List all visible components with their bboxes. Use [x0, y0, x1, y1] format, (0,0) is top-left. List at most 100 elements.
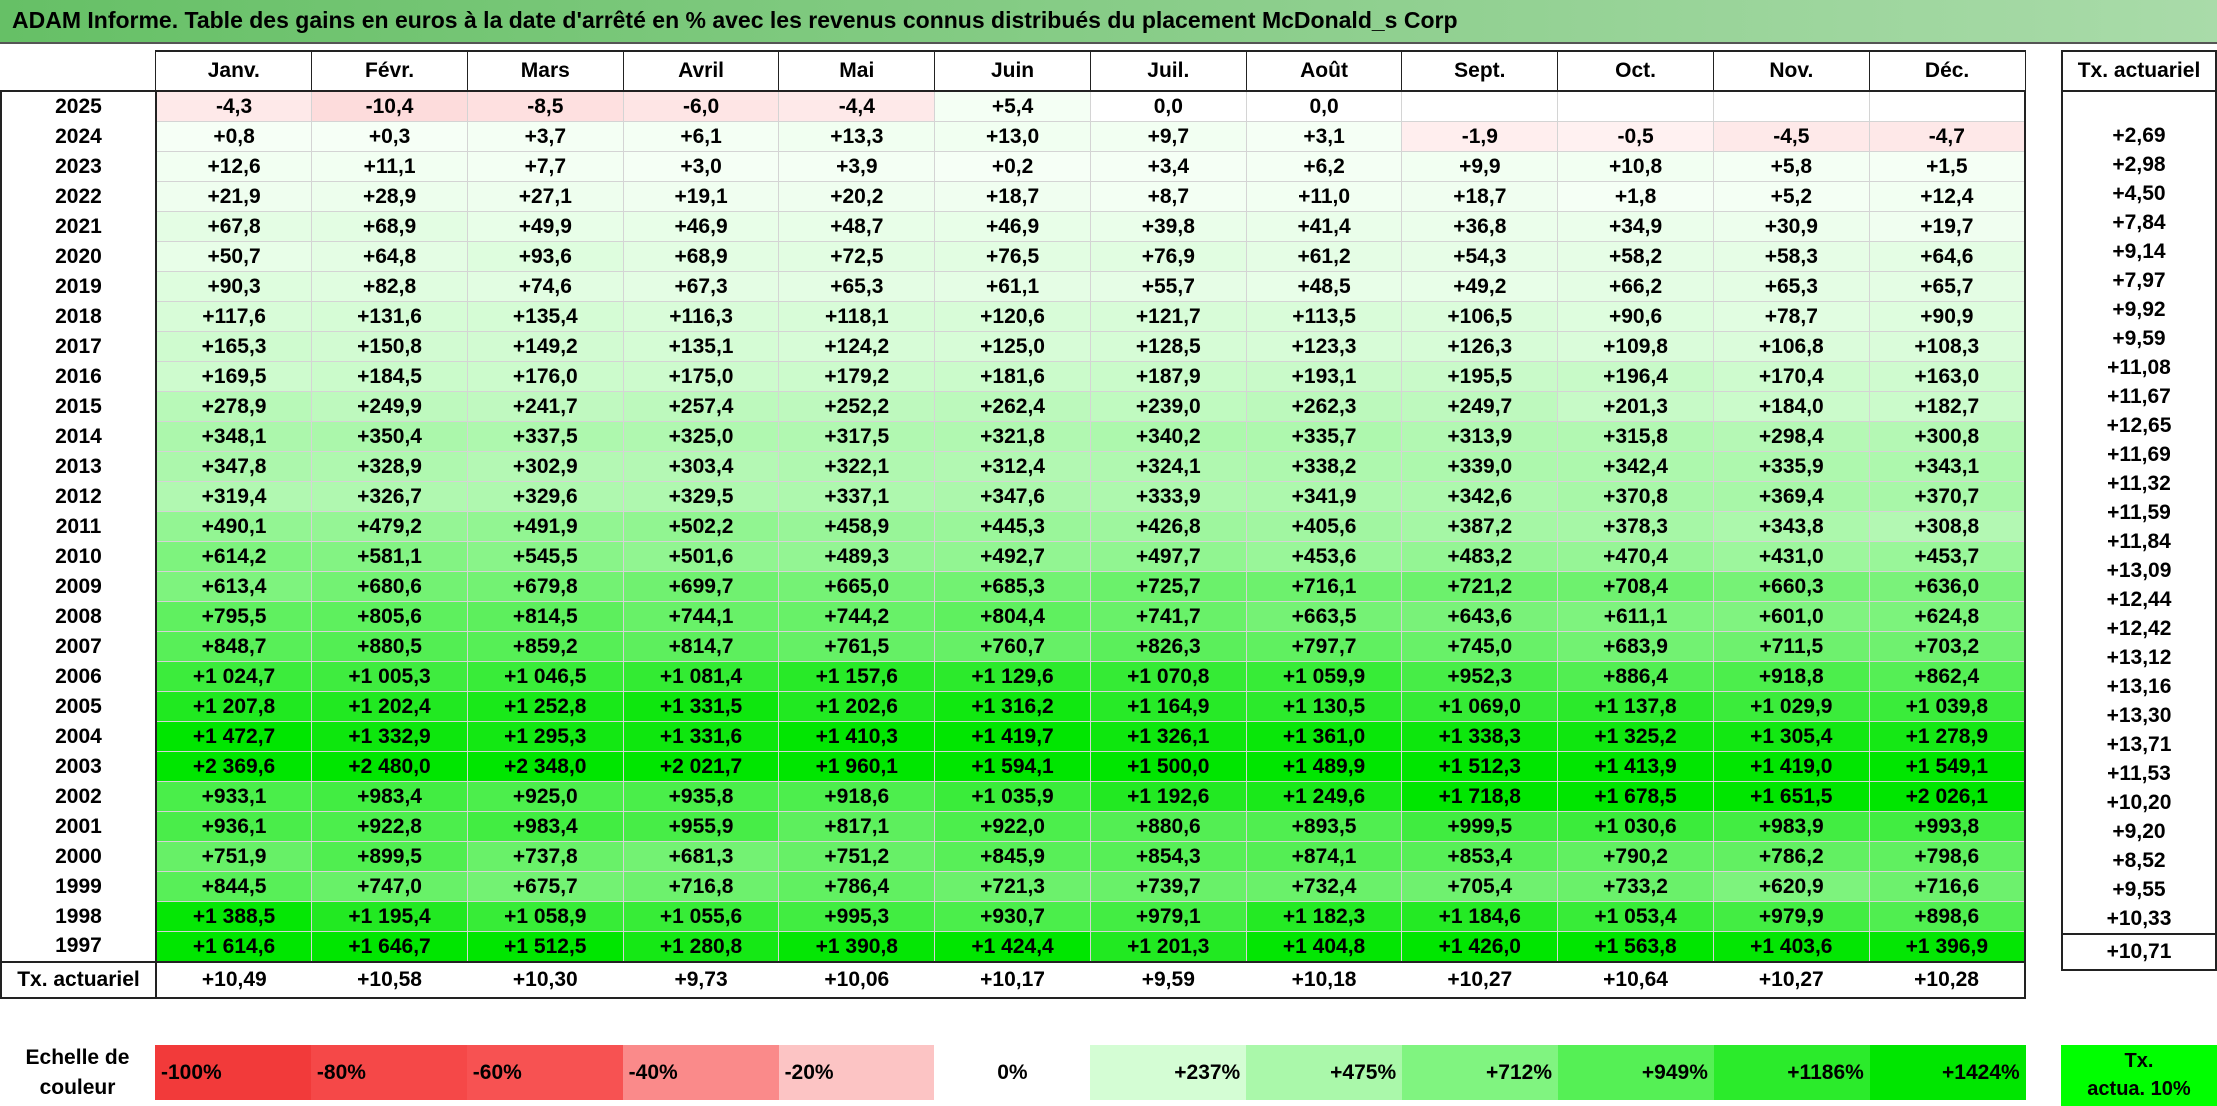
color-scale: -100% -80% -60% -40% -20% 0% +237% +475% +712% +9…: [155, 1045, 2026, 1100]
gain-cell: +123,3: [1245, 331, 1403, 362]
gain-cell: +952,3: [1401, 661, 1559, 692]
gain-cell: +675,7: [466, 871, 624, 902]
gain-cell: +48,7: [778, 211, 936, 242]
gain-cell: +680,6: [311, 571, 468, 602]
gain-cell: +18,7: [1401, 181, 1559, 212]
table-row: 2023 +12,6 +11,1 +7,7 +3,0 +3,9 +0,2 +3,4 +6,2 +9…: [0, 151, 2026, 182]
gain-cell: +1 029,9: [1712, 691, 1870, 722]
gain-cell: +1 403,6: [1712, 931, 1870, 963]
table-row: 2001 +936,1 +922,8 +983,4 +955,9 +817,1 +922,0…: [0, 811, 2026, 842]
annual-rate-cell: +4,50: [2061, 179, 2217, 208]
gain-cell: +315,8: [1557, 421, 1714, 452]
gain-cell: +453,7: [1868, 541, 2026, 572]
year-label: 2005: [0, 691, 157, 722]
gain-cell: +6,1: [622, 121, 780, 152]
gain-cell: +90,9: [1868, 301, 2026, 332]
table-row: 2025 -4,3 -10,4 -8,5 -6,0 -4,4 +5,4 0,0 0,0: [0, 90, 2026, 122]
gain-cell: +705,4: [1401, 871, 1559, 902]
gain-cell: +13,0: [934, 121, 1091, 152]
rate-total: +10,71: [2061, 933, 2217, 971]
gain-cell: +3,7: [466, 121, 624, 152]
annual-rate-cell: +13,71: [2061, 730, 2217, 759]
gain-cell: +317,5: [778, 421, 936, 452]
gain-cell: +19,7: [1868, 211, 2026, 242]
gain-cell: +9,7: [1089, 121, 1247, 152]
gain-cell: +65,3: [778, 271, 936, 302]
table-row: 2020 +50,7 +64,8 +93,6 +68,9 +72,5 +76,5 +76,9 +…: [0, 241, 2026, 272]
gain-cell: +483,2: [1401, 541, 1559, 572]
gain-cell: +1 512,5: [466, 931, 624, 963]
gain-cell: +3,1: [1245, 121, 1403, 152]
table-row: 2008 +795,5 +805,6 +814,5 +744,1 +744,2 +804,4…: [0, 601, 2026, 632]
gain-cell: +1 419,7: [934, 721, 1091, 752]
annual-rate-cell: +9,59: [2061, 324, 2217, 353]
year-label: 2011: [0, 511, 157, 542]
gain-cell: +1 325,2: [1557, 721, 1714, 752]
gain-cell: +64,8: [311, 241, 468, 272]
gain-cell: +922,0: [934, 811, 1091, 842]
gain-cell: +338,2: [1245, 451, 1403, 482]
gain-cell: [1868, 91, 2026, 122]
gain-cell: +370,7: [1868, 481, 2026, 512]
rate-column-body: +2,69 +2,98 +4,50 +7,84 +9,14 +7,97 +9,92 +9,59…: [2061, 91, 2217, 934]
gain-cell: +1 472,7: [155, 721, 313, 752]
gain-cell: +826,3: [1089, 631, 1247, 662]
gain-cell: +613,4: [155, 571, 313, 602]
gain-cell: +121,7: [1089, 301, 1247, 332]
gain-cell: +1 326,1: [1089, 721, 1247, 752]
annual-rate-cell: +13,09: [2061, 556, 2217, 585]
color-scale-label: Echelle de couleur: [0, 1043, 155, 1106]
gain-cell: +262,4: [934, 391, 1091, 422]
gain-cell: +611,1: [1557, 601, 1714, 632]
gain-cell: +0,2: [934, 151, 1091, 182]
gain-cell: +13,3: [778, 121, 936, 152]
table-row: 2011 +490,1 +479,2 +491,9 +502,2 +458,9 +445,3…: [0, 511, 2026, 542]
gain-cell: +744,2: [778, 601, 936, 632]
color-scale-cell: -100%: [155, 1045, 311, 1100]
annual-rate-cell: +7,84: [2061, 208, 2217, 237]
gain-cell: +48,5: [1245, 271, 1403, 302]
gain-cell: +1 332,9: [311, 721, 468, 752]
year-label: 2013: [0, 451, 157, 482]
table-row: 2012 +319,4 +326,7 +329,6 +329,5 +337,1 +347,6…: [0, 481, 2026, 512]
gain-cell: +342,6: [1401, 481, 1559, 512]
gain-cell: +321,8: [934, 421, 1091, 452]
gain-cell: +983,4: [311, 781, 468, 812]
gain-cell: +886,4: [1557, 661, 1714, 692]
gain-cell: +184,0: [1712, 391, 1870, 422]
color-scale-label-line1: Echelle de: [25, 1046, 130, 1069]
gain-cell: +790,2: [1557, 841, 1714, 872]
monthly-rate-cell: +10,27: [1713, 961, 1870, 999]
gain-cell: +1 500,0: [1089, 751, 1247, 782]
table-row: 2018 +117,6 +131,6 +135,4 +116,3 +118,1 +120,6…: [0, 301, 2026, 332]
year-label: 2021: [0, 211, 157, 242]
monthly-rate-cell: +9,73: [623, 961, 779, 999]
gain-cell: +470,4: [1557, 541, 1714, 572]
gain-cell: +0,3: [311, 121, 468, 152]
gain-cell: +1 549,1: [1868, 751, 2026, 782]
gain-cell: +721,2: [1401, 571, 1559, 602]
gain-cell: +405,6: [1245, 511, 1403, 542]
gain-cell: +1 059,9: [1245, 661, 1403, 692]
gain-cell: +999,5: [1401, 811, 1559, 842]
year-label: 2006: [0, 661, 157, 692]
annual-rate-cell: [2061, 91, 2217, 121]
gain-cell: +844,5: [155, 871, 313, 902]
gain-cell: +733,2: [1557, 871, 1714, 902]
gain-cell: +445,3: [934, 511, 1091, 542]
gain-cell: +135,1: [622, 331, 780, 362]
gain-cell: +545,5: [466, 541, 624, 572]
gain-cell: +106,5: [1401, 301, 1559, 332]
gain-cell: +28,9: [311, 181, 468, 212]
gain-cell: +725,7: [1089, 571, 1247, 602]
gain-cell: +170,4: [1712, 361, 1870, 392]
monthly-rate-cell: +10,49: [155, 961, 312, 999]
gain-cell: +681,3: [622, 841, 780, 872]
gain-cell: +936,1: [155, 811, 313, 842]
table-row: 2010 +614,2 +581,1 +545,5 +501,6 +489,3 +492,7…: [0, 541, 2026, 572]
monthly-rate-cell: +10,30: [467, 961, 624, 999]
color-scale-cell: +1424%: [1869, 1045, 2026, 1100]
gain-cell: +21,9: [155, 181, 313, 212]
table-row: 2024 +0,8 +0,3 +3,7 +6,1 +13,3 +13,0 +9,7 +3,1 -1…: [0, 121, 2026, 152]
gain-cell: +46,9: [622, 211, 780, 242]
